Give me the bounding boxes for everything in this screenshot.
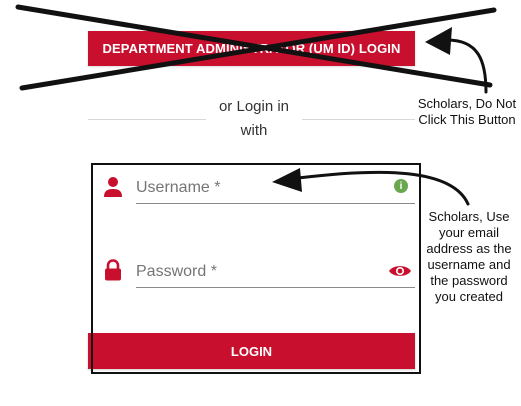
arrow-to-department-button	[425, 27, 488, 94]
or-login-text: or Login in with	[218, 98, 290, 139]
divider-left	[88, 119, 206, 120]
annotation-note-top: Scholars, Do Not Click This Button	[417, 96, 517, 127]
annotation-box	[91, 163, 421, 374]
department-admin-login-button[interactable]: DEPARTMENT ADMINISTRATOR (UM ID) LOGIN	[88, 31, 415, 66]
annotation-note-side: Scholars, Use your email address as the …	[426, 209, 512, 304]
department-admin-login-label: DEPARTMENT ADMINISTRATOR (UM ID) LOGIN	[102, 41, 401, 56]
divider-right	[302, 119, 415, 120]
